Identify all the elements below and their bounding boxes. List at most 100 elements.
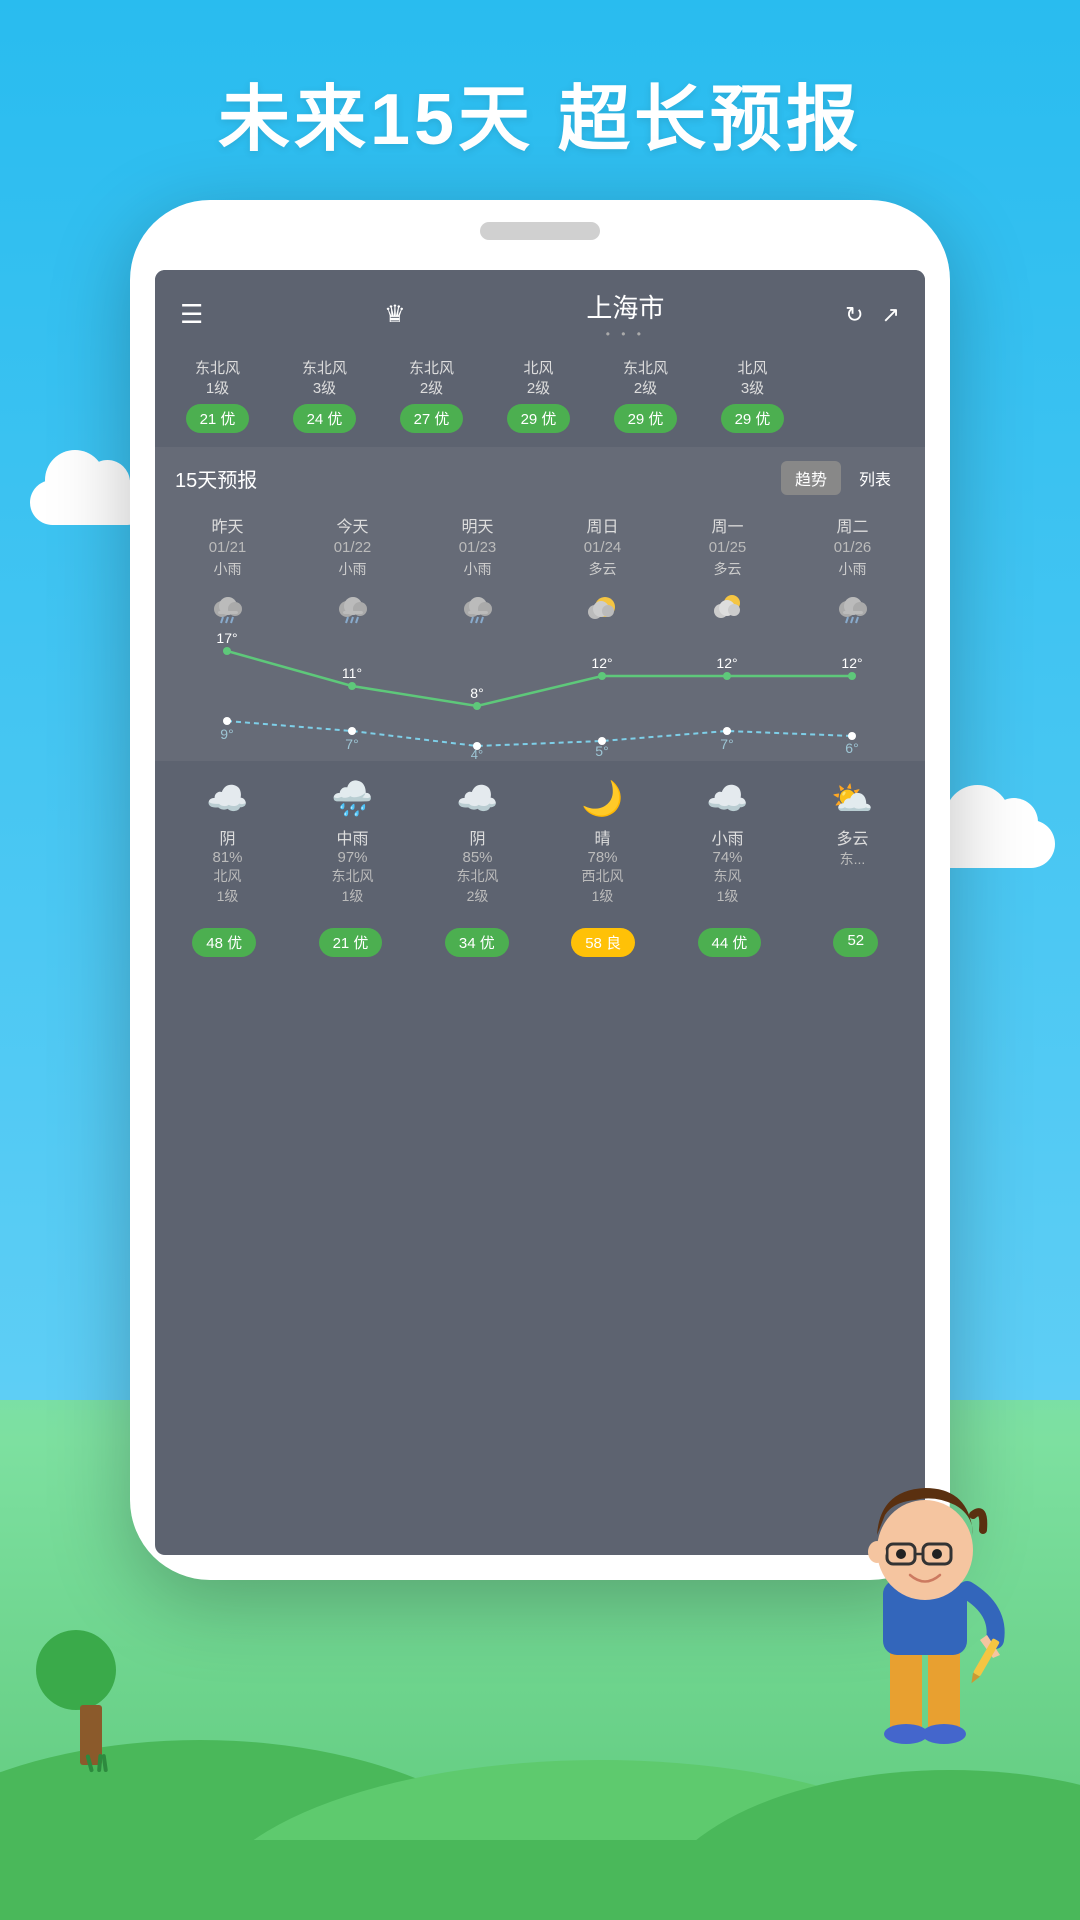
day-name-3: 周日 xyxy=(586,513,618,537)
bottom-aqi-item-4: 44 优 xyxy=(670,922,788,957)
day-col-2: 明天 01/23 小雨 xyxy=(415,513,540,579)
bottom-desc-2: 阴 xyxy=(469,825,485,849)
svg-text:9°: 9° xyxy=(220,726,233,742)
aqi-badge-3: 29 优 xyxy=(507,404,571,433)
bottom-weather-icon-0: ☁️ xyxy=(206,779,248,819)
day-weather-0: 小雨 xyxy=(214,559,242,579)
bottom-percent-4: 74% xyxy=(712,849,742,866)
bottom-aqi-item-2: 34 优 xyxy=(418,922,536,957)
bottom-col-1: 🌧️ 中雨 97% 东北风1级 xyxy=(290,779,415,906)
day-name-5: 周二 xyxy=(836,513,868,537)
day-weather-2: 小雨 xyxy=(464,559,492,579)
svg-text:11°: 11° xyxy=(342,665,362,681)
bottom-wind-4: 东风1级 xyxy=(714,866,742,906)
bottom-col-2: ☁️ 阴 85% 东北风2级 xyxy=(415,779,540,906)
weather-icon-4 xyxy=(665,589,790,625)
svg-text:6°: 6° xyxy=(845,740,858,756)
svg-text:12°: 12° xyxy=(591,655,612,671)
bottom-desc-1: 中雨 xyxy=(336,825,368,849)
crown-icon[interactable]: ♛ xyxy=(384,300,406,329)
temp-chart-svg: 17° 11° 8° 12° 12° 12° 9° 7° 4° 5° 7° 6° xyxy=(165,631,915,761)
day-date-1: 01/22 xyxy=(334,539,372,556)
wind-label-0: 东北风1级 xyxy=(195,359,240,398)
bottom-aqi-badge-4: 44 优 xyxy=(698,928,762,957)
grass-patch xyxy=(90,1754,108,1772)
bottom-desc-4: 小雨 xyxy=(711,825,743,849)
city-name: 上海市 xyxy=(586,288,664,325)
city-center: 上海市 • • • xyxy=(586,288,664,341)
bottom-weather-icon-1: 🌧️ xyxy=(331,779,373,819)
day-date-2: 01/23 xyxy=(459,539,497,556)
bottom-aqi-item-5: 52 xyxy=(797,922,915,957)
svg-text:17°: 17° xyxy=(216,631,237,646)
svg-text:7°: 7° xyxy=(345,736,358,752)
bottom-weather-icon-5: ⛅ xyxy=(831,779,873,819)
bottom-aqi-badge-2: 34 优 xyxy=(445,928,509,957)
day-date-4: 01/25 xyxy=(709,539,747,556)
bottom-aqi-badge-0: 48 优 xyxy=(192,928,256,957)
day-date-5: 01/26 xyxy=(834,539,872,556)
day-col-1: 今天 01/22 小雨 xyxy=(290,513,415,579)
bottom-wind-2: 东北风2级 xyxy=(457,866,499,906)
bottom-percent-0: 81% xyxy=(212,849,242,866)
bottom-percent-3: 78% xyxy=(587,849,617,866)
grass-blades xyxy=(90,1754,108,1772)
aqi-item-4: 东北风2级 29 优 xyxy=(598,359,693,433)
weather-icon-0 xyxy=(165,589,290,625)
bottom-desc-3: 晴 xyxy=(594,825,610,849)
day-date-0: 01/21 xyxy=(209,539,247,556)
tree-top xyxy=(36,1630,116,1710)
day-col-0: 昨天 01/21 小雨 xyxy=(165,513,290,579)
bottom-weather-icon-3: 🌙 xyxy=(581,779,623,819)
day-weather-3: 多云 xyxy=(589,559,617,579)
aqi-item-2: 东北风2级 27 优 xyxy=(384,359,479,433)
bottom-desc-0: 阴 xyxy=(219,825,235,849)
bottom-aqi-item-0: 48 优 xyxy=(165,922,283,957)
tree xyxy=(65,1630,116,1765)
tab-trend[interactable]: 趋势 xyxy=(781,461,841,495)
top-icons: ↻ ↗ xyxy=(845,302,900,328)
top-bar: ☰ ♛ 上海市 • • • ↻ ↗ xyxy=(155,270,925,351)
day-name-2: 明天 xyxy=(461,513,493,537)
wind-label-1: 东北风3级 xyxy=(302,359,347,398)
aqi-item-0: 东北风1级 21 优 xyxy=(170,359,265,433)
svg-text:12°: 12° xyxy=(841,655,862,671)
wind-label-2: 东北风2级 xyxy=(409,359,454,398)
bottom-wind-0: 北风1级 xyxy=(214,866,242,906)
phone-screen: ☰ ♛ 上海市 • • • ↻ ↗ 东北风1级 21 优 东北风3级 24 优 … xyxy=(155,270,925,1555)
svg-text:7°: 7° xyxy=(720,736,733,752)
bottom-icons-row: ☁️ 阴 81% 北风1级 🌧️ 中雨 97% 东北风1级 ☁️ 阴 85% 东… xyxy=(155,765,925,912)
weather-icons-row xyxy=(155,583,925,631)
bottom-wind-1: 东北风1级 xyxy=(332,866,374,906)
bottom-aqi-badge-1: 21 优 xyxy=(319,928,383,957)
bottom-wind-5: 东... xyxy=(840,849,866,869)
aqi-item-5: 北风3级 29 优 xyxy=(705,359,800,433)
bottom-aqi-badge-5: 52 xyxy=(833,928,878,957)
blade-3 xyxy=(102,1754,108,1772)
svg-text:8°: 8° xyxy=(470,685,483,701)
bottom-weather-icon-4: ☁️ xyxy=(706,779,748,819)
svg-text:12°: 12° xyxy=(716,655,737,671)
page-heading: 未来15天 超长预报 xyxy=(0,60,1080,165)
tab-list[interactable]: 列表 xyxy=(845,461,905,495)
share-icon[interactable]: ↗ xyxy=(882,302,900,328)
wind-label-5: 北风3级 xyxy=(737,359,767,398)
character-svg xyxy=(825,1460,1025,1780)
day-weather-1: 小雨 xyxy=(339,559,367,579)
bottom-aqi-row: 48 优 21 优 34 优 58 良 44 优 52 xyxy=(155,912,925,971)
view-tabs: 趋势 列表 xyxy=(781,461,905,495)
bottom-desc-5: 多云 xyxy=(836,825,868,849)
weather-icon-1 xyxy=(290,589,415,625)
forecast-section: 15天预报 趋势 列表 昨天 01/21 小雨 今天 01/22 小雨 xyxy=(155,447,925,761)
bottom-aqi-badge-3: 58 良 xyxy=(571,928,635,957)
day-name-1: 今天 xyxy=(336,513,368,537)
day-date-3: 01/24 xyxy=(584,539,622,556)
wind-label-4: 东北风2级 xyxy=(623,359,668,398)
day-col-4: 周一 01/25 多云 xyxy=(665,513,790,579)
menu-icon[interactable]: ☰ xyxy=(180,299,203,330)
aqi-badge-4: 29 优 xyxy=(614,404,678,433)
aqi-badge-1: 24 优 xyxy=(293,404,357,433)
refresh-icon[interactable]: ↻ xyxy=(845,302,863,328)
aqi-badge-2: 27 优 xyxy=(400,404,464,433)
temp-chart: 17° 11° 8° 12° 12° 12° 9° 7° 4° 5° 7° 6° xyxy=(165,631,915,761)
